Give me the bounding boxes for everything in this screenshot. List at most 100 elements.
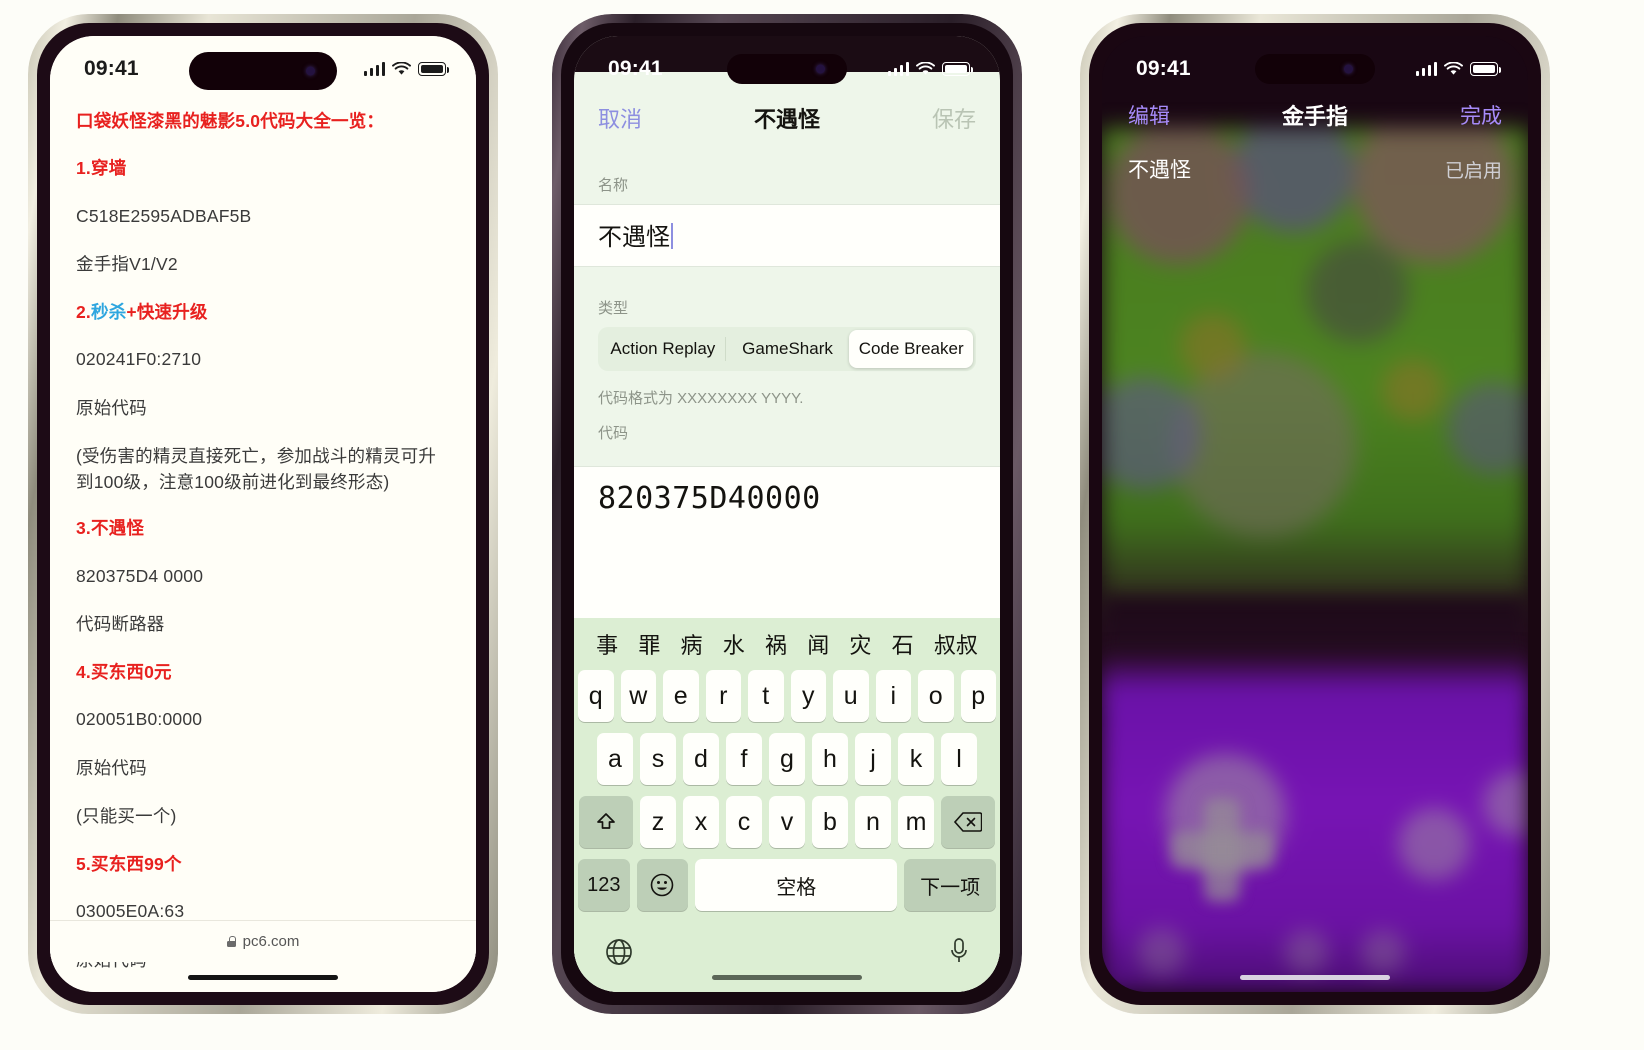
key-a[interactable]: a — [597, 733, 633, 785]
key-f[interactable]: f — [726, 733, 762, 785]
key-b[interactable]: b — [812, 796, 848, 848]
phone-2-screen: 取消 不遇怪 保存 名称 不遇怪 类型 Action Replay GameSh… — [574, 36, 1000, 992]
name-input-value: 不遇怪 — [598, 224, 670, 251]
cheat-list-item[interactable]: 不遇怪 已启用 — [1102, 140, 1528, 198]
backspace-icon[interactable] — [941, 796, 995, 848]
status-icons — [1415, 62, 1501, 76]
game-viewport[interactable] — [1102, 128, 1528, 674]
type-segmented-wrap: Action Replay GameShark Code Breaker — [574, 327, 1000, 371]
key-p[interactable]: p — [960, 670, 996, 722]
suggestion-0[interactable]: 事 — [596, 628, 618, 660]
numbers-key[interactable]: 123 — [578, 859, 630, 911]
key-n[interactable]: n — [855, 796, 891, 848]
phone-1-screen: 口袋妖怪漆黑的魅影5.0代码大全一览： 1.穿墙 C518E2595ADBAF5… — [50, 36, 476, 992]
key-c[interactable]: c — [726, 796, 762, 848]
status-bar-phone-3: 09:41 — [1102, 36, 1528, 92]
cellular-bars-icon — [1415, 62, 1437, 76]
home-indicator[interactable] — [712, 974, 862, 980]
article-content: 口袋妖怪漆黑的魅影5.0代码大全一览： 1.穿墙 C518E2595ADBAF5… — [50, 36, 476, 992]
segment-code-breaker[interactable]: Code Breaker — [849, 330, 974, 368]
key-r[interactable]: r — [705, 670, 741, 722]
key-m[interactable]: m — [898, 796, 934, 848]
screenshot-stage: 口袋妖怪漆黑的魅影5.0代码大全一览： 1.穿墙 C518E2595ADBAF5… — [0, 0, 1644, 1050]
emoji-smiley-icon[interactable] — [636, 859, 689, 911]
article-line-code-1: C518E2595ADBAF5B — [76, 205, 252, 226]
key-u[interactable]: u — [833, 670, 869, 722]
space-key[interactable]: 空格 — [695, 859, 898, 911]
edit-button[interactable]: 编辑 — [1128, 100, 1170, 130]
article-line-note-2: 原始代码 — [76, 397, 147, 418]
key-h[interactable]: h — [812, 733, 848, 785]
article-line-desc-2: (只能买一个) — [76, 805, 177, 826]
dpad-icon[interactable] — [1170, 798, 1274, 902]
code-format-hint: 代码格式为 XXXXXXXX YYYY. — [598, 390, 804, 407]
suggestion-2[interactable]: 病 — [681, 628, 703, 660]
type-segmented-control[interactable]: Action Replay GameShark Code Breaker — [598, 327, 976, 371]
sheet-body: 取消 不遇怪 保存 名称 不遇怪 类型 Action Replay GameSh… — [574, 72, 1000, 992]
suggestion-5[interactable]: 闻 — [807, 628, 829, 660]
article-line-note-4: 原始代码 — [76, 757, 147, 778]
wifi-icon — [916, 62, 935, 75]
segment-gameshark[interactable]: GameShark — [726, 330, 850, 368]
article-heading-5: 5.买东西99个 — [76, 854, 182, 874]
key-k[interactable]: k — [898, 733, 934, 785]
key-j[interactable]: j — [855, 733, 891, 785]
save-button[interactable]: 保存 — [932, 102, 976, 134]
suggestion-8[interactable]: 叔叔 — [934, 628, 978, 660]
keyboard-rows: q w e r t y u i o p a s d f g h j k l z … — [574, 670, 1000, 911]
keyboard-row-3: z x c v b n m — [578, 796, 996, 848]
controller-pad[interactable] — [1102, 656, 1528, 992]
cheat-item-name: 不遇怪 — [1128, 159, 1191, 182]
key-y[interactable]: y — [790, 670, 826, 722]
key-x[interactable]: x — [683, 796, 719, 848]
key-q[interactable]: q — [578, 670, 614, 722]
text-caret — [671, 223, 673, 249]
cheats-title: 金手指 — [1281, 104, 1348, 129]
article-line-code-2: 020241F0:2710 — [76, 349, 202, 370]
key-t[interactable]: t — [748, 670, 784, 722]
globe-icon[interactable] — [604, 937, 634, 967]
cheat-item-state: 已启用 — [1444, 160, 1502, 182]
phone-2-cheat-editor: 取消 不遇怪 保存 名称 不遇怪 类型 Action Replay GameSh… — [552, 14, 1022, 1014]
done-button[interactable]: 完成 — [1460, 100, 1502, 130]
battery-icon — [942, 62, 973, 76]
key-g[interactable]: g — [769, 733, 805, 785]
segment-action-replay[interactable]: Action Replay — [601, 330, 725, 368]
article-line-code-3: 820375D4 0000 — [76, 565, 204, 586]
key-z[interactable]: z — [640, 796, 676, 848]
keyboard: 事 罪 病 水 祸 闻 灾 石 叔叔 q w e r t y u i o p a… — [574, 618, 1000, 992]
name-input[interactable]: 不遇怪 — [574, 204, 1000, 267]
keyboard-row-1: q w e r t y u i o p — [578, 670, 996, 722]
code-input-value: 820375D40000 — [598, 481, 821, 516]
suggestion-1[interactable]: 罪 — [638, 628, 660, 660]
type-field-label: 类型 — [598, 300, 629, 317]
shift-up-icon[interactable] — [579, 796, 633, 848]
article-heading-3: 3.不遇怪 — [76, 518, 145, 539]
phone-3-screen: 编辑 金手指 完成 不遇怪 已启用 09:41 — [1102, 36, 1528, 992]
article-heading-2: 2.秒杀+快速升级 — [76, 299, 450, 325]
home-indicator[interactable] — [1240, 974, 1390, 980]
key-i[interactable]: i — [875, 670, 911, 722]
url-text: pc6.com — [242, 933, 300, 950]
key-o[interactable]: o — [918, 670, 954, 722]
key-e[interactable]: e — [663, 670, 699, 722]
cancel-button[interactable]: 取消 — [598, 102, 642, 134]
suggestion-3[interactable]: 水 — [723, 628, 745, 660]
key-d[interactable]: d — [683, 733, 719, 785]
key-w[interactable]: w — [620, 670, 656, 722]
suggestion-7[interactable]: 石 — [892, 628, 914, 660]
keyboard-suggestions: 事 罪 病 水 祸 闻 灾 石 叔叔 — [574, 618, 1000, 670]
suggestion-4[interactable]: 祸 — [765, 628, 787, 660]
code-input[interactable]: 820375D40000 — [574, 466, 1000, 634]
browser-url-bar[interactable]: pc6.com — [50, 920, 476, 962]
home-indicator[interactable] — [188, 974, 338, 980]
key-s[interactable]: s — [640, 733, 676, 785]
suggestion-6[interactable]: 灾 — [849, 628, 871, 660]
status-time: 09:41 — [608, 57, 663, 80]
next-key[interactable]: 下一项 — [904, 859, 996, 911]
heading-2-blue: 秒杀 — [91, 302, 127, 322]
microphone-icon[interactable] — [948, 937, 970, 967]
key-l[interactable]: l — [941, 733, 977, 785]
key-v[interactable]: v — [769, 796, 805, 848]
status-time: 09:41 — [84, 57, 139, 80]
